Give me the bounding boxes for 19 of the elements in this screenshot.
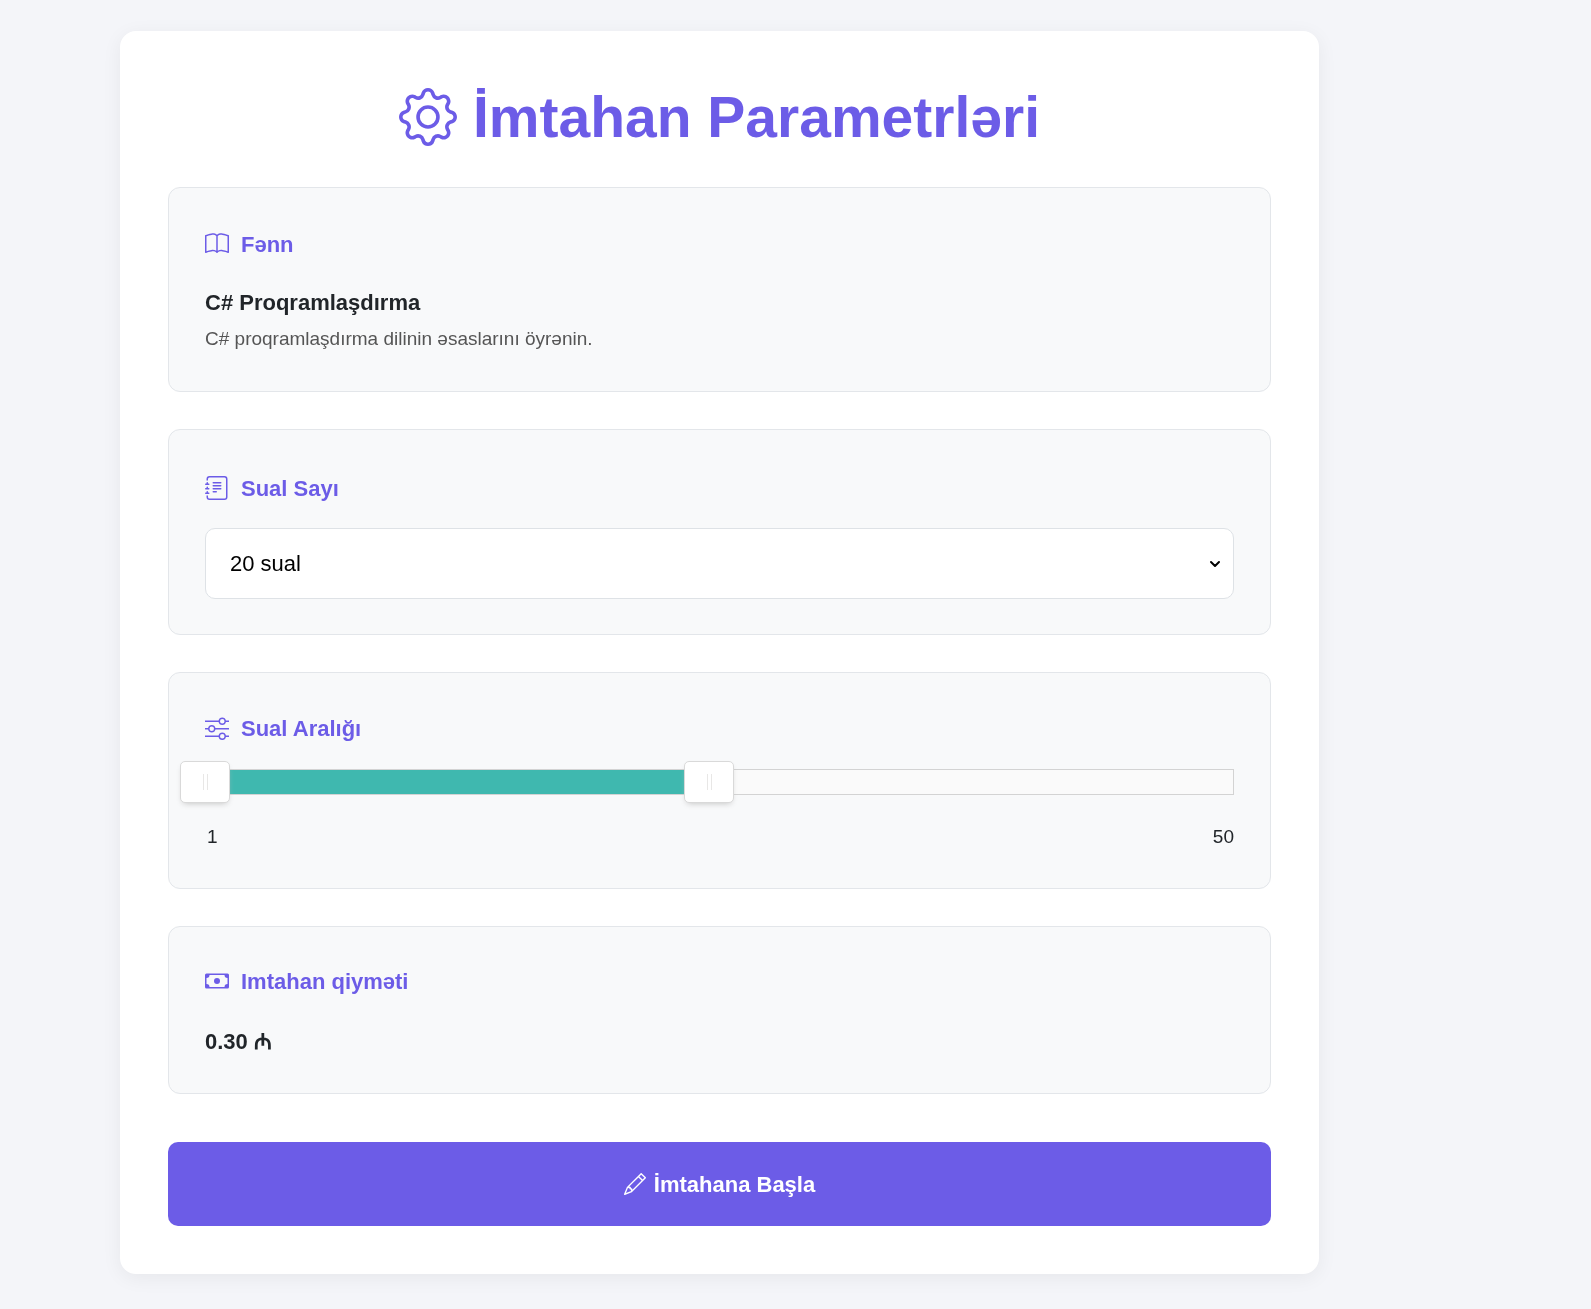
slider-handle[interactable] (180, 761, 230, 803)
gear-icon (398, 88, 457, 146)
question-count-select[interactable]: 20 sual (205, 528, 1234, 599)
subject-description: C# proqramlaşdırma dilinin əsaslarını öyrənin. (205, 327, 593, 351)
subject-name: C# Proqramlaşdırma (205, 289, 421, 317)
section-label: Sual Sayı (241, 474, 339, 503)
price-value: 0.30 ₼ (205, 1028, 272, 1056)
section-label: Imtahan qiyməti (241, 967, 409, 996)
book-icon (205, 232, 229, 256)
section-label: Fənn (241, 230, 294, 259)
start-exam-button[interactable]: İmtahana Başla (168, 1142, 1271, 1226)
range-min-label: 1 (206, 825, 218, 849)
notebook-icon (205, 476, 229, 500)
slider-handle[interactable] (684, 761, 735, 803)
sliders-icon (205, 716, 229, 740)
pencil-icon (623, 1173, 646, 1195)
section-label: Sual Aralığı (241, 714, 362, 743)
range-max-label: 50 (1212, 825, 1234, 849)
page-title: İmtahan Parametrləri (472, 84, 1041, 151)
